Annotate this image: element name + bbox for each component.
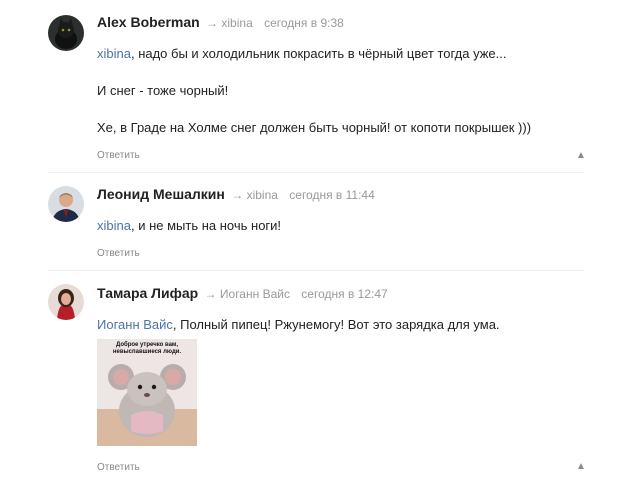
avatar-alex-boberman[interactable] [48,15,84,51]
reply-button[interactable]: Ответить [97,248,140,259]
mention-link[interactable]: xibina [97,218,131,233]
avatar-leonid-meshalkin[interactable] [48,186,84,222]
comment-text-line: И снег - тоже чорный! [97,83,229,98]
comment-header: Alex Boberman → xibina сегодня в 9:38 [97,14,344,30]
comment-text-line: Иоганн Вайс, Полный пипец! Ржунемогу! Во… [97,317,500,332]
reply-arrow-icon: → [204,287,217,301]
comment-header: Тамара Лифар → Иоганн Вайс сегодня в 12:… [97,285,388,301]
timestamp[interactable]: сегодня в 9:38 [264,16,344,30]
author-name[interactable]: Леонид Мешалкин [97,186,225,202]
attached-image[interactable]: Доброе утречко вам, невыспавшиеся люди. [97,339,197,446]
author-name[interactable]: Тамара Лифар [97,285,198,301]
timestamp[interactable]: сегодня в 12:47 [301,287,387,301]
scroll-up-icon[interactable]: ▲ [576,150,586,161]
reply-button[interactable]: Ответить [97,462,140,473]
reply-to-name[interactable]: Иоганн Вайс [220,287,290,301]
comment-header: Леонид Мешалкин → xibina сегодня в 11:44 [97,186,375,202]
mention-link[interactable]: xibina [97,46,131,61]
comment-divider [48,270,584,271]
reply-button[interactable]: Ответить [97,150,140,161]
scroll-up-icon[interactable]: ▲ [576,461,586,472]
reply-to-name[interactable]: xibina [221,16,252,30]
reply-arrow-icon: → [231,188,244,202]
reply-to-name[interactable]: xibina [247,188,278,202]
reply-arrow-icon: → [206,16,219,30]
mention-link[interactable]: Иоганн Вайс [97,317,173,332]
timestamp[interactable]: сегодня в 11:44 [289,188,375,202]
comment-divider [48,172,584,173]
comment-text-line: xibina, и не мыть на ночь ноги! [97,218,282,233]
avatar-tamara-lifar[interactable] [48,284,84,320]
comment-text-line: xibina, надо бы и холодильник покрасить … [97,46,507,61]
author-name[interactable]: Alex Boberman [97,14,200,30]
comment-text-line: Хе, в Граде на Холме снег должен быть чо… [97,120,532,135]
image-caption: Доброе утречко вам, невыспавшиеся люди. [112,342,182,355]
